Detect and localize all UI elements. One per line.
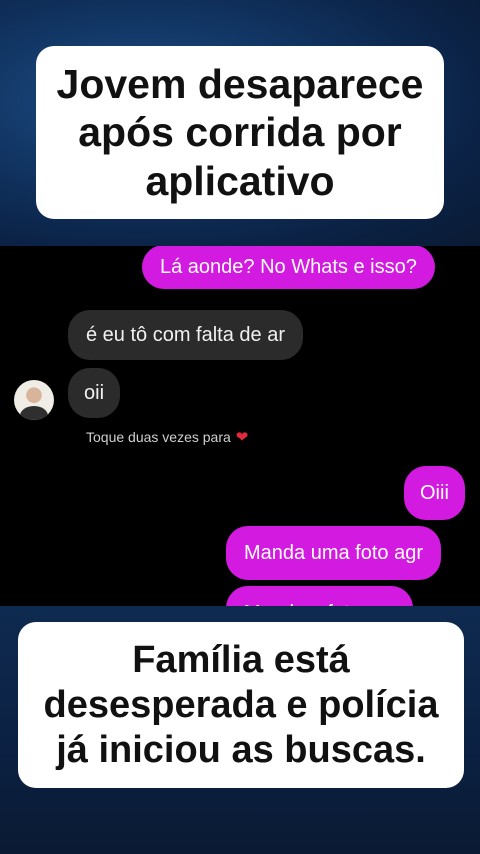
chat-screenshot: Lá aonde? No Whats e isso? é eu tô com f… bbox=[0, 246, 480, 606]
message-outgoing: Manda uma foto agr bbox=[226, 526, 441, 580]
headline-top: Jovem desaparece após corrida por aplica… bbox=[36, 46, 444, 220]
contact-avatar bbox=[14, 380, 54, 420]
headline-bottom: Família está desesperada e polícia já in… bbox=[18, 622, 464, 789]
message-outgoing: Oiii bbox=[404, 466, 465, 520]
message-outgoing: Lá aonde? No Whats e isso? bbox=[142, 246, 435, 289]
message-incoming: oii bbox=[68, 368, 121, 418]
message-incoming: é eu tô com falta de ar bbox=[68, 310, 304, 360]
heart-icon: ❤ bbox=[235, 429, 249, 446]
message-outgoing: Manda a foto agr bbox=[226, 586, 414, 606]
reaction-hint-text: Toque duas vezes para bbox=[86, 429, 231, 445]
reaction-hint: Toque duas vezes para ❤ bbox=[86, 428, 248, 446]
